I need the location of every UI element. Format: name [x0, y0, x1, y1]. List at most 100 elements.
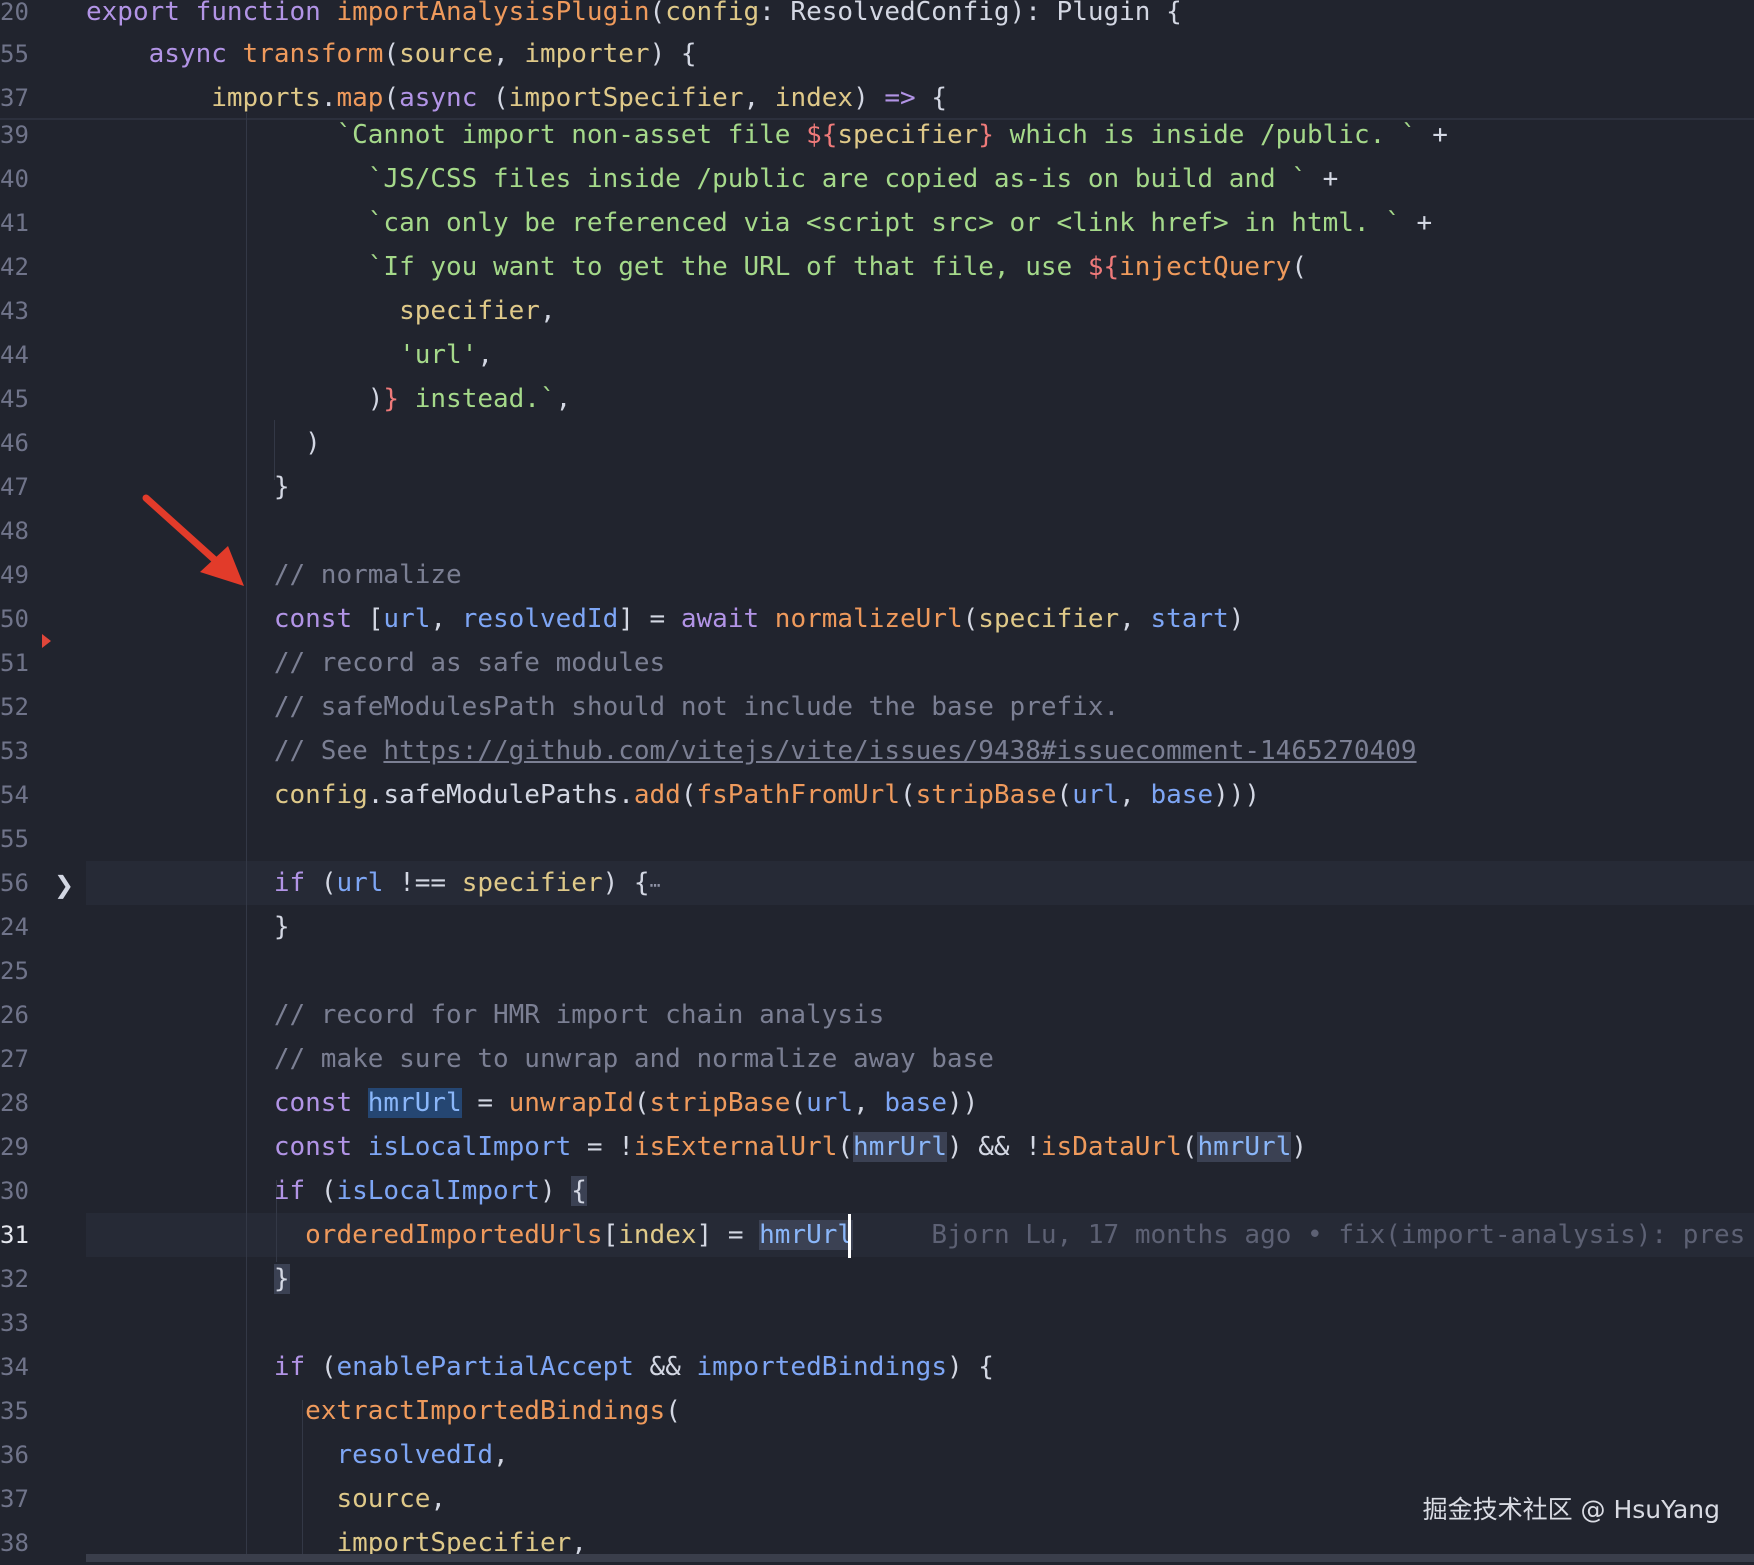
- code-line[interactable]: 52 // safeModulesPath should not include…: [0, 685, 1754, 729]
- code-text[interactable]: `can only be referenced via <script src>…: [86, 201, 1432, 245]
- line-number[interactable]: 25: [0, 949, 40, 993]
- line-number[interactable]: 43: [0, 289, 40, 333]
- code-text[interactable]: const hmrUrl = unwrapId(stripBase(url, b…: [86, 1081, 978, 1125]
- code-line[interactable]: 32 }: [0, 1257, 1754, 1301]
- line-number[interactable]: 50: [0, 597, 40, 641]
- code-line[interactable]: 44 'url',: [0, 333, 1754, 377]
- line-number[interactable]: 28: [0, 1081, 40, 1125]
- comment-link[interactable]: https://github.com/vitejs/vite/issues/94…: [383, 736, 1416, 766]
- code-line[interactable]: 51 // record as safe modules: [0, 641, 1754, 685]
- line-number[interactable]: 45: [0, 377, 40, 421]
- code-text[interactable]: `Cannot import non-asset file ${specifie…: [86, 113, 1447, 157]
- line-number[interactable]: 29: [0, 1125, 40, 1169]
- code-line[interactable]: 49 // normalize: [0, 553, 1754, 597]
- code-text[interactable]: `JS/CSS files inside /public are copied …: [86, 157, 1339, 201]
- line-number[interactable]: 30: [0, 1169, 40, 1213]
- chevron-right-icon[interactable]: ❯: [54, 872, 74, 898]
- line-number[interactable]: 54: [0, 773, 40, 817]
- line-number[interactable]: 42: [0, 245, 40, 289]
- code-text[interactable]: // See https://github.com/vitejs/vite/is…: [86, 729, 1417, 773]
- folded-ellipsis-icon[interactable]: ⋯: [650, 875, 661, 896]
- code-line[interactable]: 56 if (url !== specifier) {⋯: [0, 861, 1754, 905]
- line-number[interactable]: 27: [0, 1037, 40, 1081]
- code-line[interactable]: 30 if (isLocalImport) {: [0, 1169, 1754, 1213]
- code-text[interactable]: extractImportedBindings(: [86, 1389, 681, 1433]
- line-number[interactable]: 55: [0, 32, 40, 76]
- line-number[interactable]: 56: [0, 861, 40, 905]
- code-text[interactable]: resolvedId,: [86, 1433, 508, 1477]
- line-number[interactable]: 37: [0, 1477, 40, 1521]
- code-line[interactable]: 25: [0, 949, 1754, 993]
- line-number[interactable]: 53: [0, 729, 40, 773]
- code-text[interactable]: }: [86, 905, 290, 949]
- horizontal-scrollbar[interactable]: [86, 1554, 1754, 1562]
- code-line[interactable]: 33: [0, 1301, 1754, 1345]
- line-number[interactable]: 52: [0, 685, 40, 729]
- git-change-marker-icon[interactable]: [42, 634, 51, 648]
- code-text[interactable]: specifier,: [86, 289, 556, 333]
- code-line[interactable]: 24 }: [0, 905, 1754, 949]
- code-text[interactable]: `If you want to get the URL of that file…: [86, 245, 1307, 289]
- line-number[interactable]: 55: [0, 817, 40, 861]
- code-text[interactable]: // record as safe modules: [86, 641, 665, 685]
- code-line[interactable]: 35 extractImportedBindings(: [0, 1389, 1754, 1433]
- code-text[interactable]: const isLocalImport = !isExternalUrl(hmr…: [86, 1125, 1307, 1169]
- code-text[interactable]: const [url, resolvedId] = await normaliz…: [86, 597, 1245, 641]
- line-number[interactable]: 40: [0, 157, 40, 201]
- code-text[interactable]: // record for HMR import chain analysis: [86, 993, 884, 1037]
- line-number[interactable]: 35: [0, 1389, 40, 1433]
- code-line[interactable]: 55: [0, 817, 1754, 861]
- code-text[interactable]: if (enablePartialAccept && importedBindi…: [86, 1345, 994, 1389]
- line-number[interactable]: 38: [0, 1521, 40, 1565]
- line-number[interactable]: 20: [0, 0, 40, 34]
- code-text[interactable]: if (isLocalImport) {: [86, 1169, 587, 1213]
- line-number[interactable]: 44: [0, 333, 40, 377]
- line-number[interactable]: 49: [0, 553, 40, 597]
- code-line[interactable]: 48: [0, 509, 1754, 553]
- code-line[interactable]: 55 async transform(source, importer) {: [0, 32, 1754, 76]
- line-number[interactable]: 48: [0, 509, 40, 553]
- code-text[interactable]: orderedImportedUrls[index] = hmrUrl Bjor…: [86, 1213, 1745, 1257]
- code-line[interactable]: 47 }: [0, 465, 1754, 509]
- code-line[interactable]: 43 specifier,: [0, 289, 1754, 333]
- line-number[interactable]: 34: [0, 1345, 40, 1389]
- code-line[interactable]: 29 const isLocalImport = !isExternalUrl(…: [0, 1125, 1754, 1169]
- code-line[interactable]: 27 // make sure to unwrap and normalize …: [0, 1037, 1754, 1081]
- code-text[interactable]: async transform(source, importer) {: [86, 32, 697, 76]
- code-text[interactable]: export function importAnalysisPlugin(con…: [86, 0, 1182, 34]
- line-number[interactable]: 47: [0, 465, 40, 509]
- code-text[interactable]: // safeModulesPath should not include th…: [86, 685, 1119, 729]
- code-line[interactable]: 50 const [url, resolvedId] = await norma…: [0, 597, 1754, 641]
- code-line[interactable]: 34 if (enablePartialAccept && importedBi…: [0, 1345, 1754, 1389]
- code-text[interactable]: ): [86, 421, 321, 465]
- code-line[interactable]: 54 config.safeModulePaths.add(fsPathFrom…: [0, 773, 1754, 817]
- code-line[interactable]: 31 orderedImportedUrls[index] = hmrUrl B…: [0, 1213, 1754, 1257]
- code-line[interactable]: 42 `If you want to get the URL of that f…: [0, 245, 1754, 289]
- code-text[interactable]: if (url !== specifier) {⋯: [86, 861, 661, 905]
- line-number[interactable]: 24: [0, 905, 40, 949]
- line-number[interactable]: 26: [0, 993, 40, 1037]
- line-number[interactable]: 46: [0, 421, 40, 465]
- code-line[interactable]: 39 `Cannot import non-asset file ${speci…: [0, 113, 1754, 157]
- code-text[interactable]: )} instead.`,: [86, 377, 572, 421]
- line-number[interactable]: 51: [0, 641, 40, 685]
- line-number[interactable]: 33: [0, 1301, 40, 1345]
- code-line[interactable]: 46 ): [0, 421, 1754, 465]
- line-number[interactable]: 36: [0, 1433, 40, 1477]
- code-text[interactable]: 'url',: [86, 333, 493, 377]
- line-number[interactable]: 31: [0, 1213, 40, 1257]
- code-text[interactable]: }: [86, 1257, 290, 1301]
- code-line[interactable]: 28 const hmrUrl = unwrapId(stripBase(url…: [0, 1081, 1754, 1125]
- code-line[interactable]: 40 `JS/CSS files inside /public are copi…: [0, 157, 1754, 201]
- code-line[interactable]: 45 )} instead.`,: [0, 377, 1754, 421]
- code-line[interactable]: 20 export function importAnalysisPlugin(c…: [0, 0, 1754, 34]
- code-line[interactable]: 36 resolvedId,: [0, 1433, 1754, 1477]
- code-text[interactable]: source,: [86, 1477, 446, 1521]
- code-editor[interactable]: 20 export function importAnalysisPlugin(c…: [0, 0, 1754, 1562]
- code-line[interactable]: 53 // See https://github.com/vitejs/vite…: [0, 729, 1754, 773]
- code-text[interactable]: config.safeModulePaths.add(fsPathFromUrl…: [86, 773, 1260, 817]
- line-number[interactable]: 32: [0, 1257, 40, 1301]
- code-line[interactable]: 26 // record for HMR import chain analys…: [0, 993, 1754, 1037]
- code-line[interactable]: 41 `can only be referenced via <script s…: [0, 201, 1754, 245]
- line-number[interactable]: 39: [0, 113, 40, 157]
